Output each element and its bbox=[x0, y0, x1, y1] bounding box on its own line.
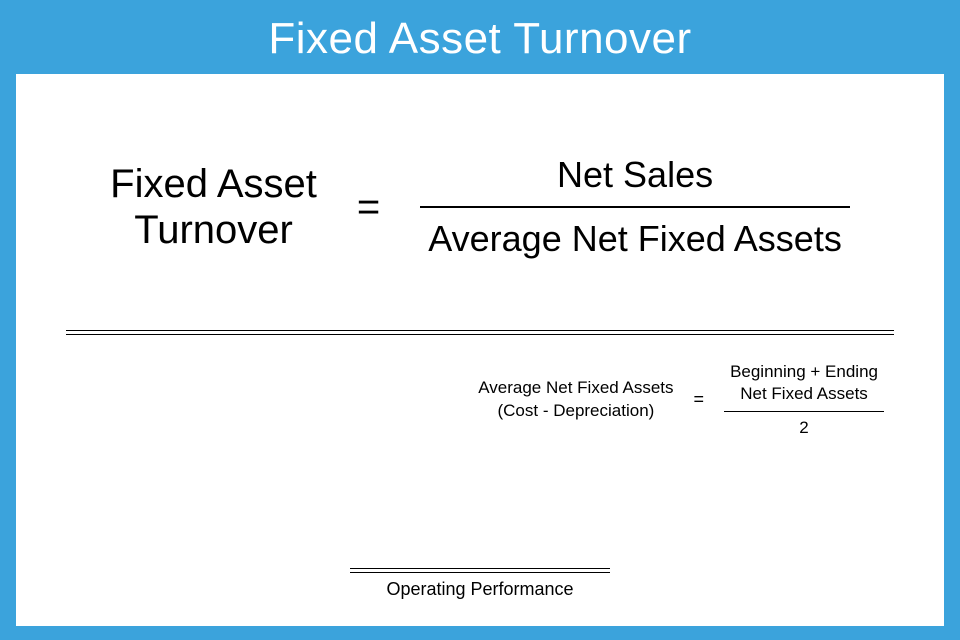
main-formula-left-line1: Fixed Asset bbox=[110, 161, 317, 207]
sub-formula-left-line2: (Cost - Depreciation) bbox=[478, 400, 673, 423]
sub-formula-num-line1: Beginning + Ending bbox=[730, 361, 878, 383]
main-formula-equals: = bbox=[357, 185, 380, 230]
main-formula-fraction: Net Sales Average Net Fixed Assets bbox=[420, 154, 850, 260]
main-formula: Fixed Asset Turnover = Net Sales Average… bbox=[56, 154, 904, 260]
footer-category-label: Operating Performance bbox=[350, 579, 610, 600]
formula-card: Fixed Asset Turnover = Net Sales Average… bbox=[16, 74, 944, 626]
sub-formula-left-line1: Average Net Fixed Assets bbox=[478, 377, 673, 400]
main-formula-denominator: Average Net Fixed Assets bbox=[420, 208, 850, 260]
main-formula-left-line2: Turnover bbox=[110, 207, 317, 253]
footer-category: Operating Performance bbox=[350, 568, 610, 600]
footer-divider bbox=[350, 568, 610, 573]
page-title: Fixed Asset Turnover bbox=[0, 0, 960, 74]
sub-formula-denominator: 2 bbox=[724, 412, 884, 438]
sub-formula-equals: = bbox=[694, 389, 705, 410]
sub-formula-fraction: Beginning + Ending Net Fixed Assets 2 bbox=[724, 361, 884, 438]
section-divider bbox=[66, 330, 894, 335]
sub-formula: Average Net Fixed Assets (Cost - Depreci… bbox=[56, 361, 884, 438]
sub-formula-left: Average Net Fixed Assets (Cost - Depreci… bbox=[478, 377, 673, 423]
main-formula-numerator: Net Sales bbox=[420, 154, 850, 206]
sub-formula-numerator: Beginning + Ending Net Fixed Assets bbox=[724, 361, 884, 411]
main-formula-left: Fixed Asset Turnover bbox=[110, 161, 317, 253]
sub-formula-num-line2: Net Fixed Assets bbox=[730, 383, 878, 405]
